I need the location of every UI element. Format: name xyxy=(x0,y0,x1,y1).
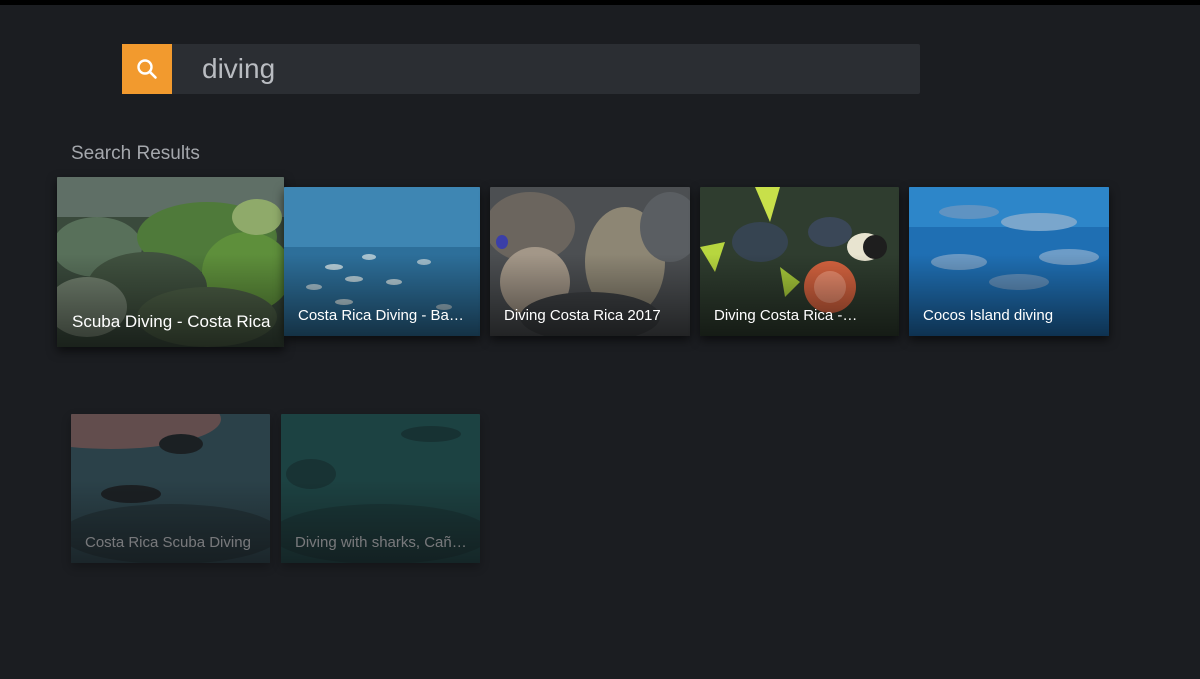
search-button[interactable] xyxy=(122,44,172,94)
result-title: Costa Rica Scuba Diving xyxy=(85,534,251,551)
result-title: Scuba Diving - Costa Rica xyxy=(72,312,271,331)
result-card-6[interactable]: Costa Rica Scuba Diving xyxy=(71,414,270,563)
result-title: Cocos Island diving xyxy=(923,307,1054,324)
result-card-7[interactable]: Diving with sharks, Caño… xyxy=(281,414,480,563)
section-title: Search Results xyxy=(71,143,200,164)
result-card-5[interactable]: Cocos Island diving xyxy=(909,187,1109,336)
result-title: Diving with sharks, Caño… xyxy=(295,534,468,551)
result-card-4[interactable]: Diving Costa Rica -… xyxy=(700,187,899,336)
result-title: Diving Costa Rica -… xyxy=(714,307,858,324)
title-gradient xyxy=(57,253,284,347)
result-card-3[interactable]: Diving Costa Rica 2017 xyxy=(490,187,690,336)
search-icon xyxy=(137,59,157,79)
search-input[interactable]: diving xyxy=(202,44,275,94)
result-card-2[interactable]: Costa Rica Diving - Bat… xyxy=(284,187,480,336)
result-title: Diving Costa Rica 2017 xyxy=(504,307,661,324)
top-edge xyxy=(0,0,1200,5)
result-title: Costa Rica Diving - Bat… xyxy=(298,307,468,324)
result-card-1[interactable]: Scuba Diving - Costa Rica xyxy=(57,177,284,347)
search-bar[interactable]: diving xyxy=(122,44,920,94)
